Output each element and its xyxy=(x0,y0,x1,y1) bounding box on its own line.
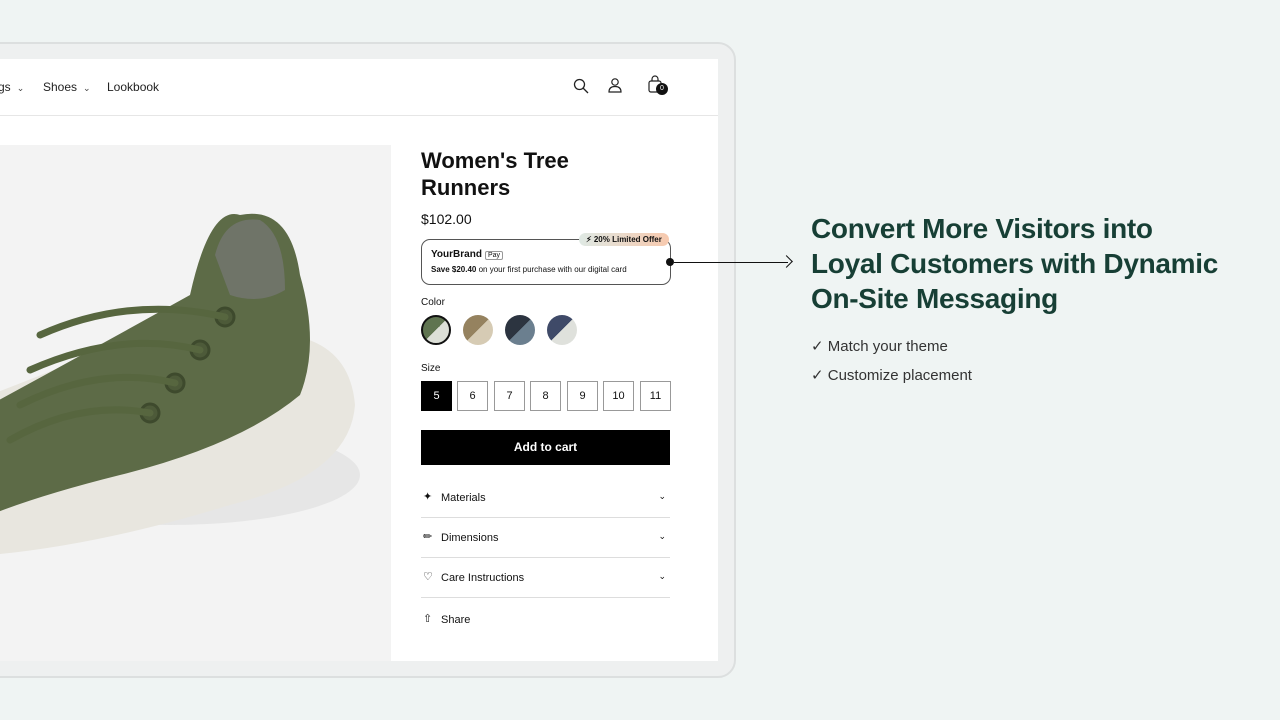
connector-line xyxy=(674,262,788,263)
color-swatch-tan[interactable] xyxy=(463,315,493,345)
shoe-image xyxy=(0,213,360,555)
brand-name: YourBrand Pay xyxy=(431,249,503,260)
feature-label: Customize placement xyxy=(827,367,972,384)
accordion-label: Materials xyxy=(441,492,486,504)
feature-label: Match your theme xyxy=(827,338,948,355)
share-button[interactable]: ⇧ Share xyxy=(421,600,670,640)
accordion-label: Care Instructions xyxy=(441,572,525,584)
color-label: Color xyxy=(421,297,445,308)
leather-icon: ✦ xyxy=(423,491,433,503)
chevron-down-icon: ⌄ xyxy=(16,83,25,93)
size-label: Size xyxy=(421,363,441,374)
accordion-care[interactable]: ♡ Care Instructions ⌄ xyxy=(421,558,670,598)
accordion-dimensions[interactable]: ✏︎ Dimensions ⌄ xyxy=(421,518,670,558)
size-option[interactable]: 7 xyxy=(494,381,525,411)
product-price: $102.00 xyxy=(421,211,472,227)
size-option[interactable]: 6 xyxy=(457,381,488,411)
marketing-headline: Convert More Visitors into Loyal Custome… xyxy=(811,213,1219,314)
color-swatch-charcoal[interactable] xyxy=(505,315,535,345)
pay-badge: Pay xyxy=(484,251,503,260)
chevron-down-icon: ⌄ xyxy=(658,491,666,501)
size-option[interactable]: 10 xyxy=(603,381,634,411)
color-swatch-navy[interactable] xyxy=(547,315,577,345)
cart-count-badge: 0 xyxy=(656,83,668,95)
brand-label: YourBrand xyxy=(431,249,482,260)
top-nav: gs ⌄ Shoes ⌄ Lookbook 0 xyxy=(0,59,718,116)
nav-item-lookbook[interactable]: Lookbook xyxy=(107,80,159,94)
chevron-down-icon: ⌄ xyxy=(658,531,666,541)
accordion-materials[interactable]: ✦ Materials ⌄ xyxy=(421,478,670,518)
nav-label: gs xyxy=(0,80,11,94)
save-amount: Save $20.40 xyxy=(431,265,477,274)
size-option[interactable]: 5 xyxy=(421,381,452,411)
nav-label: Shoes xyxy=(43,80,78,94)
chevron-down-icon: ⌄ xyxy=(658,571,666,581)
ruler-icon: ✏︎ xyxy=(423,531,433,543)
offer-text: Save $20.40 on your first purchase with … xyxy=(431,265,627,274)
nav-item-shoes[interactable]: Shoes ⌄ xyxy=(43,80,91,94)
connector-dot xyxy=(666,258,674,266)
chevron-down-icon: ⌄ xyxy=(83,83,91,93)
heart-icon: ♡ xyxy=(423,571,433,583)
size-option[interactable]: 8 xyxy=(530,381,561,411)
account-icon[interactable] xyxy=(607,77,623,94)
nav-item[interactable]: gs ⌄ xyxy=(0,80,24,94)
add-to-cart-button[interactable]: Add to cart xyxy=(421,430,670,465)
check-icon: ✓ xyxy=(811,367,828,384)
offer-message: on your first purchase with our digital … xyxy=(476,265,627,274)
product-title: Women's Tree Runners xyxy=(421,148,569,200)
feature-item: ✓ Match your theme xyxy=(811,337,948,355)
size-option[interactable]: 11 xyxy=(640,381,671,411)
accordion-label: Dimensions xyxy=(441,532,499,544)
share-icon: ⇧ xyxy=(423,613,433,625)
tag-label: 20% Limited Offer xyxy=(593,235,662,244)
feature-item: ✓ Customize placement xyxy=(811,366,972,384)
color-swatch-green[interactable] xyxy=(421,315,451,345)
arrow-right-icon xyxy=(780,255,793,268)
limited-offer-tag: ⚡︎ 20% Limited Offer xyxy=(579,233,669,246)
store-screen: gs ⌄ Shoes ⌄ Lookbook 0 Women's Tree Runne… xyxy=(0,59,718,661)
size-option[interactable]: 9 xyxy=(567,381,598,411)
check-icon: ✓ xyxy=(811,338,828,355)
search-icon[interactable] xyxy=(573,78,589,94)
lightning-icon: ⚡︎ xyxy=(586,235,594,244)
share-label: Share xyxy=(441,614,471,626)
product-image[interactable] xyxy=(0,145,391,661)
